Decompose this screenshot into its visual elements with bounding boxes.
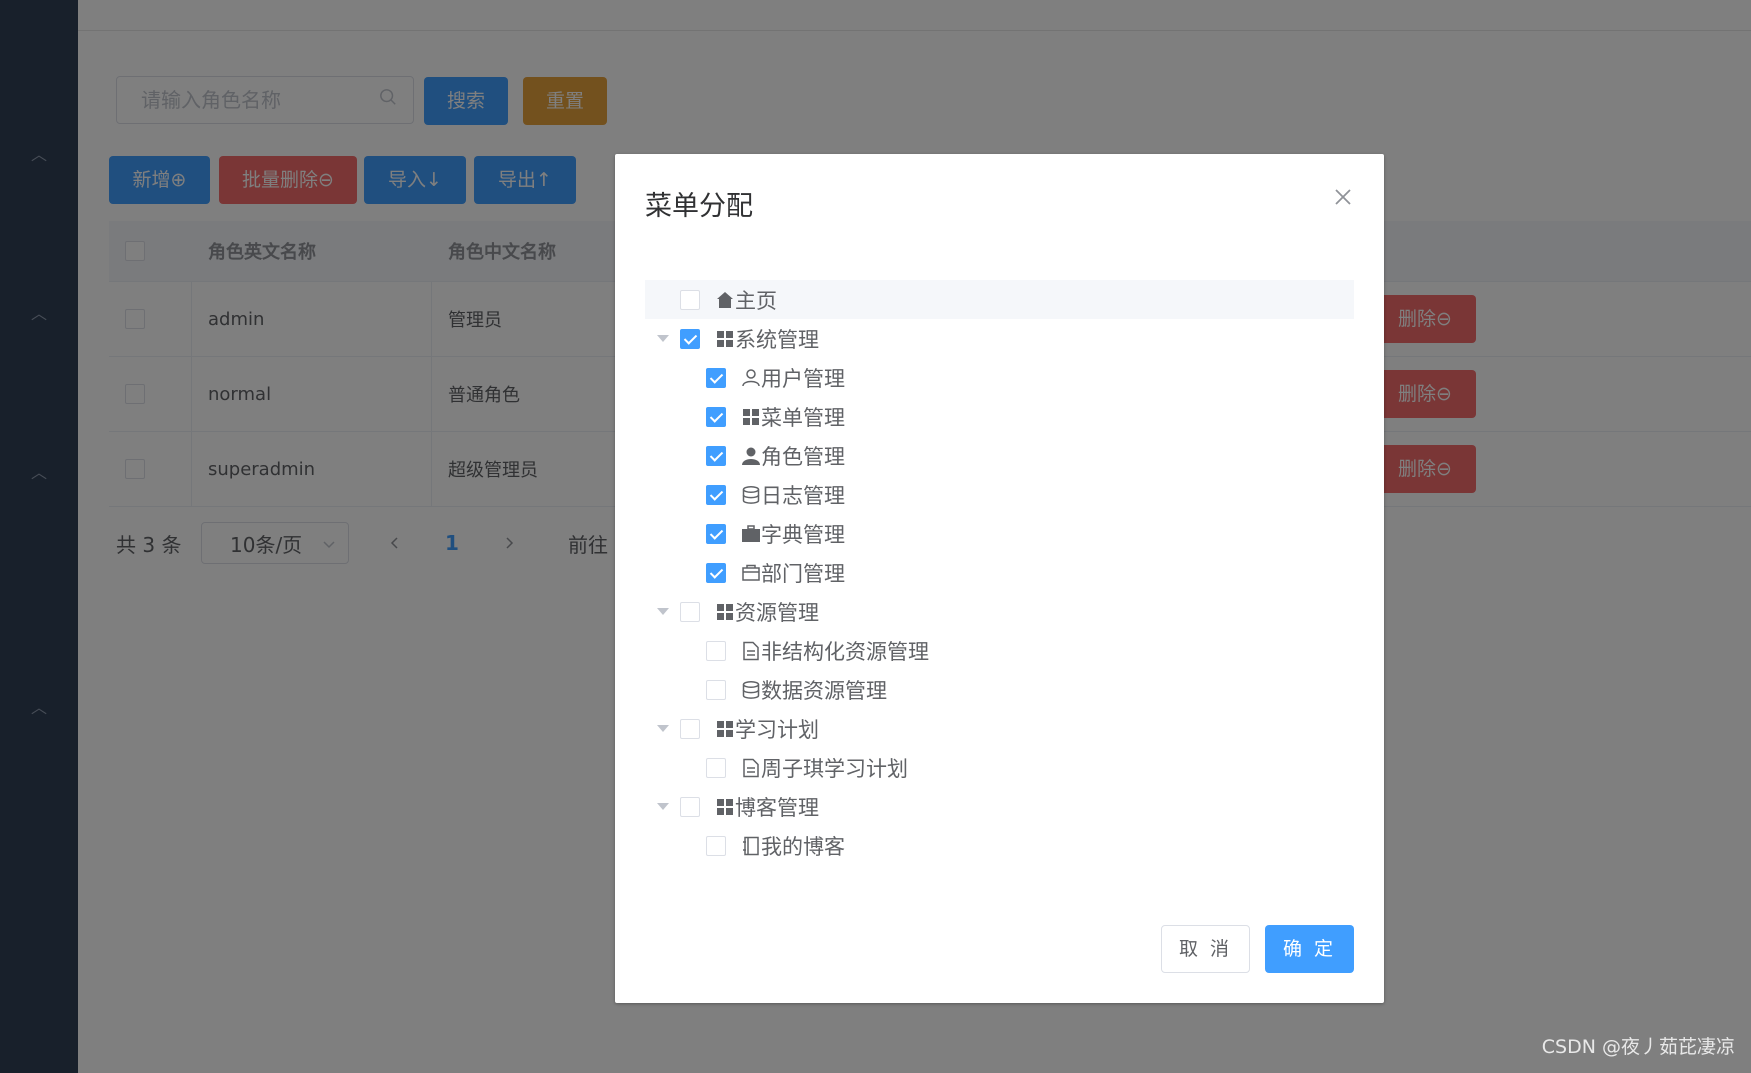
- grid-icon: [743, 409, 759, 425]
- tree-node-label: 资源管理: [735, 600, 819, 625]
- tree-expand-caret-icon[interactable]: [657, 608, 669, 615]
- tree-node[interactable]: 数据资源管理: [645, 670, 1354, 709]
- tree-node-label: 周子琪学习计划: [761, 756, 908, 781]
- tree-node[interactable]: 用户管理: [645, 358, 1354, 397]
- tree-node[interactable]: 我的博客: [645, 826, 1354, 865]
- grid-icon: [717, 721, 733, 737]
- tree-node[interactable]: 资源管理: [645, 592, 1354, 631]
- tree-node-label: 主页: [735, 288, 777, 313]
- user-solid-icon: [742, 447, 760, 465]
- tree-node-label: 学习计划: [735, 717, 819, 742]
- tree-node-label: 非结构化资源管理: [761, 639, 929, 664]
- tree-node-checkbox[interactable]: [706, 563, 726, 583]
- tree-node-label: 系统管理: [735, 327, 819, 352]
- tree-node[interactable]: 系统管理: [645, 319, 1354, 358]
- close-icon[interactable]: [1332, 186, 1354, 208]
- tree-node-checkbox[interactable]: [706, 368, 726, 388]
- tree-node-label: 数据资源管理: [761, 678, 887, 703]
- tree-node-checkbox[interactable]: [706, 485, 726, 505]
- tree-node-label: 博客管理: [735, 795, 819, 820]
- tree-node-label: 字典管理: [761, 522, 845, 547]
- tree-node[interactable]: 博客管理: [645, 787, 1354, 826]
- document-icon: [743, 641, 759, 661]
- grid-icon: [717, 799, 733, 815]
- tree-node-checkbox[interactable]: [680, 797, 700, 817]
- tree-expand-caret-icon[interactable]: [657, 335, 669, 342]
- tree-node-label: 日志管理: [761, 483, 845, 508]
- menu-assign-dialog: 菜单分配 主页系统管理用户管理菜单管理角色管理日志管理字典管理部门管理资源管理非…: [615, 154, 1384, 1003]
- tree-node-checkbox[interactable]: [706, 758, 726, 778]
- tree-node-checkbox[interactable]: [680, 602, 700, 622]
- tree-node[interactable]: 角色管理: [645, 436, 1354, 475]
- tree-node-checkbox[interactable]: [680, 290, 700, 310]
- tree-node[interactable]: 日志管理: [645, 475, 1354, 514]
- tree-node-checkbox[interactable]: [680, 329, 700, 349]
- tree-node-checkbox[interactable]: [706, 836, 726, 856]
- tree-expand-caret-icon[interactable]: [657, 803, 669, 810]
- tree-node[interactable]: 主页: [645, 280, 1354, 319]
- confirm-button[interactable]: 确 定: [1265, 925, 1354, 973]
- tree-node-checkbox[interactable]: [706, 446, 726, 466]
- tree-node-checkbox[interactable]: [706, 641, 726, 661]
- notebook-icon: [743, 836, 759, 856]
- tree-node[interactable]: 周子琪学习计划: [645, 748, 1354, 787]
- watermark: CSDN @夜丿茹芘凄凉: [1541, 1036, 1735, 1058]
- tree-node[interactable]: 菜单管理: [645, 397, 1354, 436]
- tree-node-checkbox[interactable]: [706, 524, 726, 544]
- suitcase-icon: [742, 525, 760, 542]
- tree-node-checkbox[interactable]: [680, 719, 700, 739]
- tree-node-label: 角色管理: [761, 444, 845, 469]
- tree-node[interactable]: 学习计划: [645, 709, 1354, 748]
- database-icon: [742, 485, 760, 504]
- tree-node-checkbox[interactable]: [706, 680, 726, 700]
- document-icon: [743, 758, 759, 778]
- tree-node[interactable]: 部门管理: [645, 553, 1354, 592]
- home-icon: [717, 292, 733, 308]
- database-icon: [742, 680, 760, 699]
- tree-node-label: 菜单管理: [761, 405, 845, 430]
- tree-node-label: 用户管理: [761, 366, 845, 391]
- grid-icon: [717, 604, 733, 620]
- folder-icon: [742, 564, 760, 581]
- tree-expand-caret-icon[interactable]: [657, 725, 669, 732]
- tree-node-label: 部门管理: [761, 561, 845, 586]
- grid-icon: [717, 331, 733, 347]
- cancel-button[interactable]: 取 消: [1161, 925, 1250, 973]
- tree-node[interactable]: 非结构化资源管理: [645, 631, 1354, 670]
- tree-node[interactable]: 字典管理: [645, 514, 1354, 553]
- dialog-title: 菜单分配: [645, 191, 753, 222]
- user-outline-icon: [742, 369, 760, 387]
- tree-node-label: 我的博客: [761, 834, 845, 859]
- tree-node-checkbox[interactable]: [706, 407, 726, 427]
